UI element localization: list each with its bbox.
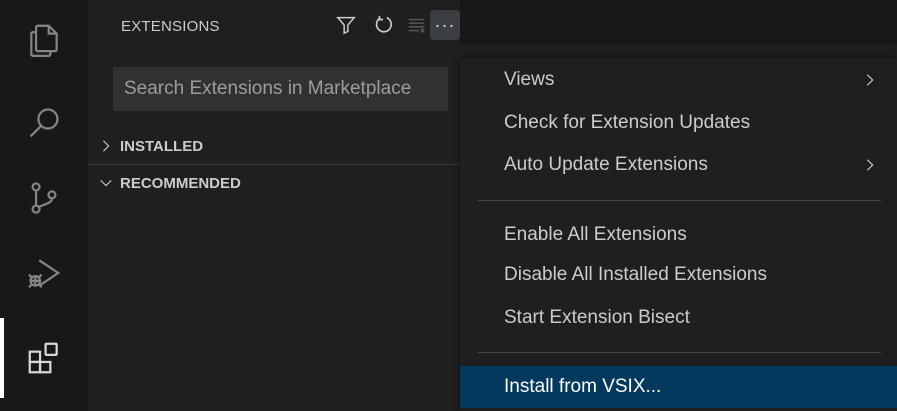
section-installed[interactable]: INSTALLED bbox=[88, 131, 460, 161]
run-debug-icon bbox=[28, 259, 61, 289]
more-actions-button[interactable]: ··· bbox=[430, 10, 460, 40]
section-recommended-label: RECOMMENDED bbox=[120, 174, 241, 192]
clear-icon bbox=[408, 18, 425, 33]
menu-item-label: Views bbox=[504, 69, 555, 90]
clear-button[interactable] bbox=[402, 10, 432, 40]
refresh-icon bbox=[375, 15, 393, 33]
menu-item-views[interactable]: Views bbox=[460, 60, 897, 100]
more-actions-menu: Views Check for Extension Updates Auto U… bbox=[460, 58, 897, 411]
search-box[interactable] bbox=[113, 67, 448, 111]
tab-strip bbox=[460, 0, 897, 44]
menu-item-label: Disable All Installed Extensions bbox=[504, 264, 767, 285]
activity-run-debug[interactable] bbox=[0, 238, 88, 308]
chevron-right-icon bbox=[102, 140, 110, 152]
filter-icon bbox=[336, 16, 356, 35]
menu-item-install-vsix[interactable]: Install from VSIX... bbox=[460, 366, 897, 408]
activity-explorer[interactable] bbox=[0, 5, 88, 75]
menu-item-label: Install from VSIX... bbox=[504, 376, 662, 397]
menu-item-auto-update[interactable]: Auto Update Extensions bbox=[460, 145, 897, 185]
activity-search[interactable] bbox=[0, 88, 88, 158]
more-actions-icon: ··· bbox=[434, 15, 456, 35]
menu-item-bisect[interactable]: Start Extension Bisect bbox=[460, 298, 897, 338]
extensions-search-input[interactable] bbox=[122, 77, 448, 101]
chevron-down-icon bbox=[100, 179, 112, 187]
menu-item-label: Check for Extension Updates bbox=[504, 112, 751, 133]
extensions-icon bbox=[28, 342, 58, 374]
source-control-icon bbox=[31, 182, 57, 214]
sidebar-title: EXTENSIONS bbox=[121, 18, 220, 35]
extensions-sidebar: EXTENSIONS ··· INSTALLED RECOMMENDED bbox=[88, 0, 460, 411]
activity-extensions[interactable] bbox=[0, 323, 88, 393]
menu-item-check-updates[interactable]: Check for Extension Updates bbox=[460, 103, 897, 143]
chevron-right-icon bbox=[866, 159, 874, 171]
refresh-button[interactable] bbox=[369, 10, 399, 40]
menu-separator bbox=[478, 352, 881, 353]
menu-item-enable-all[interactable]: Enable All Extensions bbox=[460, 215, 897, 255]
menu-item-disable-all[interactable]: Disable All Installed Extensions bbox=[460, 255, 897, 295]
activity-bar bbox=[0, 0, 88, 411]
menu-item-label: Auto Update Extensions bbox=[504, 154, 708, 175]
menu-item-label: Start Extension Bisect bbox=[504, 307, 690, 328]
search-icon bbox=[29, 108, 59, 138]
activity-source-control[interactable] bbox=[0, 163, 88, 233]
section-recommended[interactable]: RECOMMENDED bbox=[88, 168, 460, 198]
menu-item-label: Enable All Extensions bbox=[504, 224, 687, 245]
menu-separator bbox=[478, 200, 881, 201]
section-divider bbox=[88, 164, 460, 165]
filter-button[interactable] bbox=[331, 10, 361, 40]
explorer-icon bbox=[30, 24, 58, 57]
section-installed-label: INSTALLED bbox=[120, 137, 204, 155]
chevron-right-icon bbox=[866, 74, 874, 86]
